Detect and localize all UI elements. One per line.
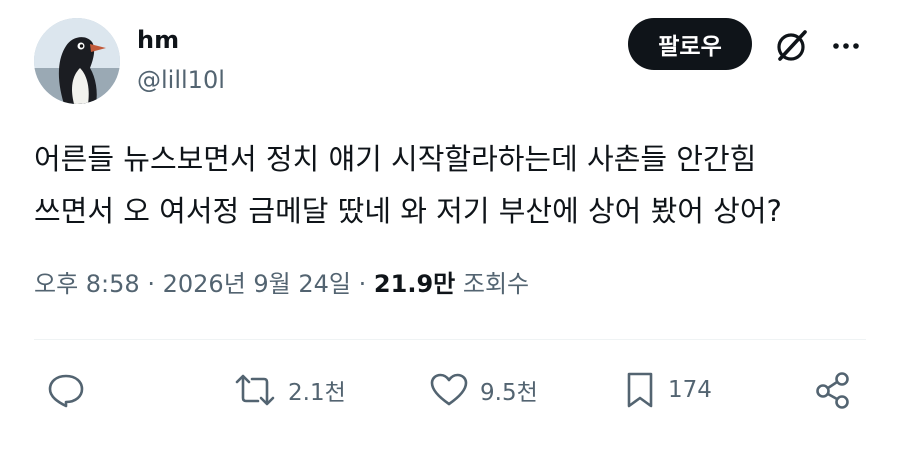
- like-icon: [428, 370, 470, 410]
- grok-icon[interactable]: [772, 26, 812, 66]
- views-count: 21.9만: [373, 270, 456, 298]
- author-handle[interactable]: @lill10l: [137, 64, 225, 96]
- avatar-penguin-image: [34, 18, 120, 104]
- tweet-text: 어른들 뉴스보면서 정치 얘기 시작할라하는데 사촌들 안간힘 쓰면서 오 여서…: [34, 133, 874, 237]
- meta-separator: ·: [358, 270, 367, 298]
- follow-button[interactable]: 팔로우: [628, 18, 752, 70]
- tweet-text-line-1: 어른들 뉴스보면서 정치 얘기 시작할라하는데 사촌들 안간힘: [34, 142, 757, 176]
- bookmark-button[interactable]: 174: [622, 366, 712, 414]
- retweet-icon: [232, 370, 278, 410]
- tweet-view: hm @lill10l 팔로우 어른들 뉴스보면서 정치 얘기 시작할라하는데 …: [0, 0, 900, 458]
- author-display-name[interactable]: hm: [137, 24, 179, 56]
- share-icon: [812, 370, 854, 410]
- bookmark-icon: [622, 370, 658, 410]
- divider: [34, 339, 866, 340]
- tweet-time[interactable]: 오후 8:58: [34, 270, 140, 298]
- like-count: 9.5천: [480, 380, 538, 406]
- tweet-text-line-2: 쓰면서 오 여서정 금메달 땄네 와 저기 부산에 상어 봤어 상어?: [34, 194, 782, 228]
- retweet-button[interactable]: 2.1천: [232, 366, 346, 414]
- avatar[interactable]: [34, 18, 120, 104]
- reply-button[interactable]: [46, 366, 96, 414]
- like-button[interactable]: 9.5천: [428, 366, 538, 414]
- tweet-meta: 오후 8:58 · 2026년 9월 24일 · 21.9만 조회수: [34, 264, 529, 304]
- views-label: 조회수: [462, 270, 530, 298]
- tweet-date[interactable]: 2026년 9월 24일: [163, 270, 351, 298]
- meta-separator: ·: [147, 270, 155, 298]
- bookmark-count: 174: [668, 377, 712, 403]
- share-button[interactable]: [812, 366, 854, 414]
- reply-icon: [46, 370, 86, 410]
- retweet-count: 2.1천: [288, 380, 346, 406]
- more-icon[interactable]: [830, 30, 862, 62]
